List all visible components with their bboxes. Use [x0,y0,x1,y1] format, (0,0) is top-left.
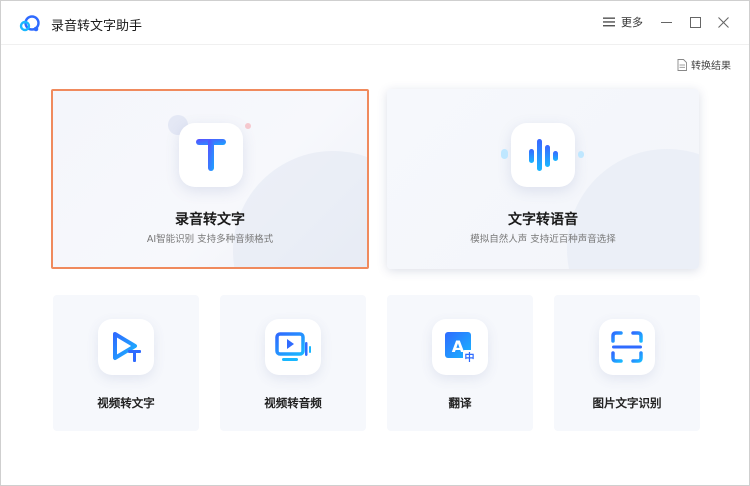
waveform-icon [529,139,558,171]
image-ocr-title: 图片文字识别 [592,396,662,410]
close-button[interactable] [714,13,732,31]
translate-card[interactable]: A 中 翻译 [387,295,533,431]
video-to-audio-card[interactable]: 视频转音频 [220,295,366,431]
minimize-icon [660,21,672,23]
more-menu-button[interactable]: 更多 [603,14,643,30]
decor-dot [245,123,251,129]
maximize-icon [689,16,701,28]
minimize-button[interactable] [657,13,675,31]
document-icon [677,58,687,71]
decor-bar [501,149,508,159]
record-to-text-title: 录音转文字 [175,212,245,228]
text-to-speech-card[interactable]: 文字转语音 模拟自然人声 支持近百种声音选择 [387,89,699,269]
text-t-icon [196,139,226,171]
video-to-audio-title: 视频转音频 [264,396,322,410]
maximize-button[interactable] [686,13,704,31]
menu-icon [603,17,615,27]
video-to-text-card[interactable]: 视频转文字 [53,295,199,431]
record-to-text-card[interactable]: 录音转文字 AI智能识别 支持多种音频格式 [51,89,369,269]
image-ocr-card[interactable]: 图片文字识别 [554,295,700,431]
svg-text:A: A [452,337,465,356]
tts-icon-tile [511,123,575,187]
svg-text:中: 中 [465,351,475,364]
translate-icon: A 中 [445,332,476,364]
app-title: 录音转文字助手 [51,19,143,34]
more-label: 更多 [621,16,643,29]
title-bar: 录音转文字助手 更多 [1,1,749,45]
conversion-result-button[interactable]: 转换结果 [677,57,731,72]
text-to-speech-subtitle: 模拟自然人声 支持近百种声音选择 [470,234,616,245]
cloud-logo-icon [19,15,40,32]
play-text-icon [113,332,141,362]
translate-title: 翻译 [448,396,472,410]
scan-icon [611,331,643,363]
video-to-text-title: 视频转文字 [97,396,155,410]
record-icon-tile [179,123,243,187]
close-icon [717,16,729,28]
video-text-icon-tile [98,319,154,375]
video-audio-icon-tile [265,319,321,375]
ocr-icon-tile [599,319,655,375]
conversion-result-label: 转换结果 [691,61,731,72]
decor-bar [578,151,584,158]
translate-icon-tile: A 中 [432,319,488,375]
text-to-speech-title: 文字转语音 [508,212,578,228]
app-window: 录音转文字助手 更多 转换结果 录音转文字 AI智能识别 支持多种音频格式 文字… [0,0,750,486]
record-to-text-subtitle: AI智能识别 支持多种音频格式 [146,234,274,245]
video-audio-icon [275,332,311,361]
